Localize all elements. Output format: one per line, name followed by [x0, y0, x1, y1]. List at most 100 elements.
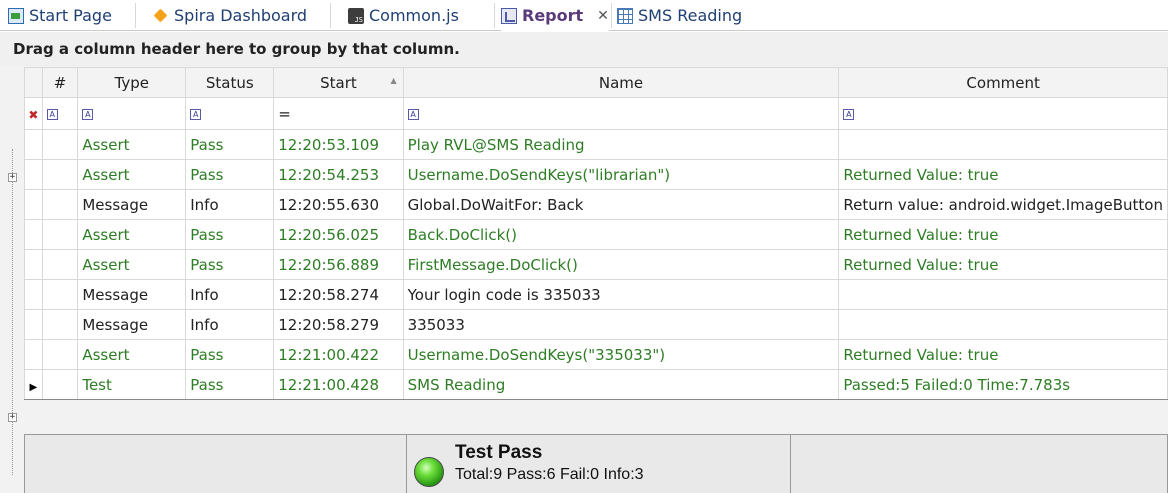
cell-status: Info: [185, 279, 275, 310]
row-indicator[interactable]: [24, 219, 43, 250]
column-header-number[interactable]: #: [41, 67, 79, 98]
text-filter-icon[interactable]: A: [843, 108, 855, 120]
cell-name: Your login code is 335033: [402, 279, 840, 310]
table-row[interactable]: Assert Pass 12:20:54.253 Username.DoSend…: [24, 159, 1168, 190]
cell-status: Pass: [185, 129, 275, 160]
summary-left-cell: [24, 434, 407, 493]
summary-right-cell: [790, 434, 1168, 493]
summary-title: Test Pass: [455, 442, 543, 463]
tab-spira-dashboard[interactable]: Spira Dashboard: [153, 0, 307, 31]
cell-start: 12:20:56.889: [273, 249, 404, 280]
report-icon: [501, 7, 517, 24]
report-grid-panel: Drag a column header here to group by th…: [0, 32, 1168, 493]
cell-comment: [838, 129, 1168, 160]
cell-name: FirstMessage.DoClick(): [402, 249, 840, 280]
filter-cell-comment[interactable]: A: [838, 97, 1168, 130]
filter-cell-start[interactable]: =: [273, 97, 404, 130]
text-filter-icon[interactable]: A: [46, 108, 58, 120]
row-indicator[interactable]: [24, 129, 43, 160]
cell-comment: Return value: android.widget.ImageButton: [838, 189, 1168, 220]
table-row[interactable]: Assert Pass 12:20:56.025 Back.DoClick() …: [24, 219, 1168, 250]
cell-name: SMS Reading: [402, 369, 840, 400]
row-indicator[interactable]: [24, 249, 43, 280]
cell-status: Info: [185, 309, 275, 340]
table-row[interactable]: Message Info 12:20:58.279 335033: [24, 309, 1168, 340]
column-header-status[interactable]: Status: [185, 67, 275, 98]
sort-ascending-icon: ▲: [390, 76, 397, 85]
tab-separator: [330, 3, 331, 28]
header-row: # Type Status Start ▲ Name Comment: [24, 67, 1168, 98]
tab-label: Spira Dashboard: [174, 6, 308, 25]
tab-report[interactable]: Report ✕: [501, 0, 609, 31]
cell-type: Message: [77, 189, 187, 220]
column-header-name[interactable]: Name: [402, 67, 840, 98]
cell-start: 12:20:55.630: [273, 189, 404, 220]
cell-number: [41, 339, 79, 370]
clear-filter-icon[interactable]: ✖: [28, 108, 38, 122]
results-table: # Type Status Start ▲ Name Comment ✖ A A …: [24, 67, 1168, 400]
start-page-icon: [8, 7, 24, 24]
cell-number: [41, 309, 79, 340]
cell-type: Message: [77, 309, 187, 340]
cell-start: 12:21:00.422: [273, 339, 404, 370]
cell-status: Pass: [185, 219, 275, 250]
tab-start-page[interactable]: Start Page: [8, 0, 112, 31]
equals-filter-icon[interactable]: =: [278, 105, 291, 123]
filter-cell-type[interactable]: A: [77, 97, 187, 130]
cell-start: 12:20:53.109: [273, 129, 404, 160]
text-filter-icon[interactable]: A: [190, 108, 202, 120]
cell-number: [41, 369, 79, 400]
spira-icon: [153, 8, 169, 24]
column-header-type[interactable]: Type: [77, 67, 187, 98]
table-row-current[interactable]: ▶ Test Pass 12:21:00.428 SMS Reading Pas…: [24, 369, 1168, 400]
table-row[interactable]: Message Info 12:20:55.630 Global.DoWaitF…: [24, 189, 1168, 220]
tree-gutter: + +: [0, 67, 24, 487]
cell-status: Pass: [185, 159, 275, 190]
cell-name: Play RVL@SMS Reading: [402, 129, 840, 160]
cell-start: 12:21:00.428: [273, 369, 404, 400]
row-indicator[interactable]: ▶: [24, 369, 43, 400]
row-indicator[interactable]: [24, 189, 43, 220]
cell-status: Info: [185, 189, 275, 220]
grid-icon: [617, 7, 633, 24]
tab-label: Report: [522, 6, 584, 25]
current-row-arrow-icon: ▶: [29, 381, 38, 393]
row-indicator[interactable]: [24, 339, 43, 370]
row-indicator[interactable]: [24, 309, 43, 340]
tab-label: SMS Reading: [638, 6, 743, 25]
row-indicator[interactable]: [24, 279, 43, 310]
cell-comment: Returned Value: true: [838, 219, 1168, 250]
cell-name: Global.DoWaitFor: Back: [402, 189, 840, 220]
cell-start: 12:20:54.253: [273, 159, 404, 190]
group-by-drop-area[interactable]: Drag a column header here to group by th…: [0, 32, 1168, 66]
filter-row: ✖ A A A = A A: [24, 97, 1168, 130]
table-row[interactable]: Assert Pass 12:21:00.422 Username.DoSend…: [24, 339, 1168, 370]
tree-connector: [12, 149, 13, 475]
cell-comment: [838, 279, 1168, 310]
tab-separator: [494, 3, 495, 28]
js-file-icon: [348, 7, 364, 24]
expand-row-icon[interactable]: +: [8, 173, 17, 182]
filter-cell-name[interactable]: A: [402, 97, 840, 130]
clear-filter-cell[interactable]: ✖: [24, 97, 43, 130]
test-summary-panel: Test Pass Total:9 Pass:6 Fail:0 Info:3: [406, 434, 791, 493]
text-filter-icon[interactable]: A: [82, 108, 94, 120]
cell-status: Pass: [185, 339, 275, 370]
column-header-start[interactable]: Start ▲: [273, 67, 404, 98]
column-header-comment[interactable]: Comment: [838, 67, 1168, 98]
row-indicator-header: [24, 67, 43, 98]
expand-row-icon[interactable]: +: [8, 413, 17, 422]
close-tab-icon[interactable]: ✕: [597, 8, 609, 24]
cell-type: Message: [77, 279, 187, 310]
table-row[interactable]: Assert Pass 12:20:56.889 FirstMessage.Do…: [24, 249, 1168, 280]
text-filter-icon[interactable]: A: [407, 108, 419, 120]
table-row[interactable]: Assert Pass 12:20:53.109 Play RVL@SMS Re…: [24, 129, 1168, 160]
row-indicator[interactable]: [24, 159, 43, 190]
table-row[interactable]: Message Info 12:20:58.274 Your login cod…: [24, 279, 1168, 310]
cell-name: Username.DoSendKeys("335033"): [402, 339, 840, 370]
tab-common-js[interactable]: Common.js: [348, 0, 459, 31]
filter-cell-number[interactable]: A: [41, 97, 79, 130]
tab-sms-reading[interactable]: SMS Reading: [617, 0, 742, 31]
filter-cell-status[interactable]: A: [185, 97, 275, 130]
cell-comment: [838, 309, 1168, 340]
